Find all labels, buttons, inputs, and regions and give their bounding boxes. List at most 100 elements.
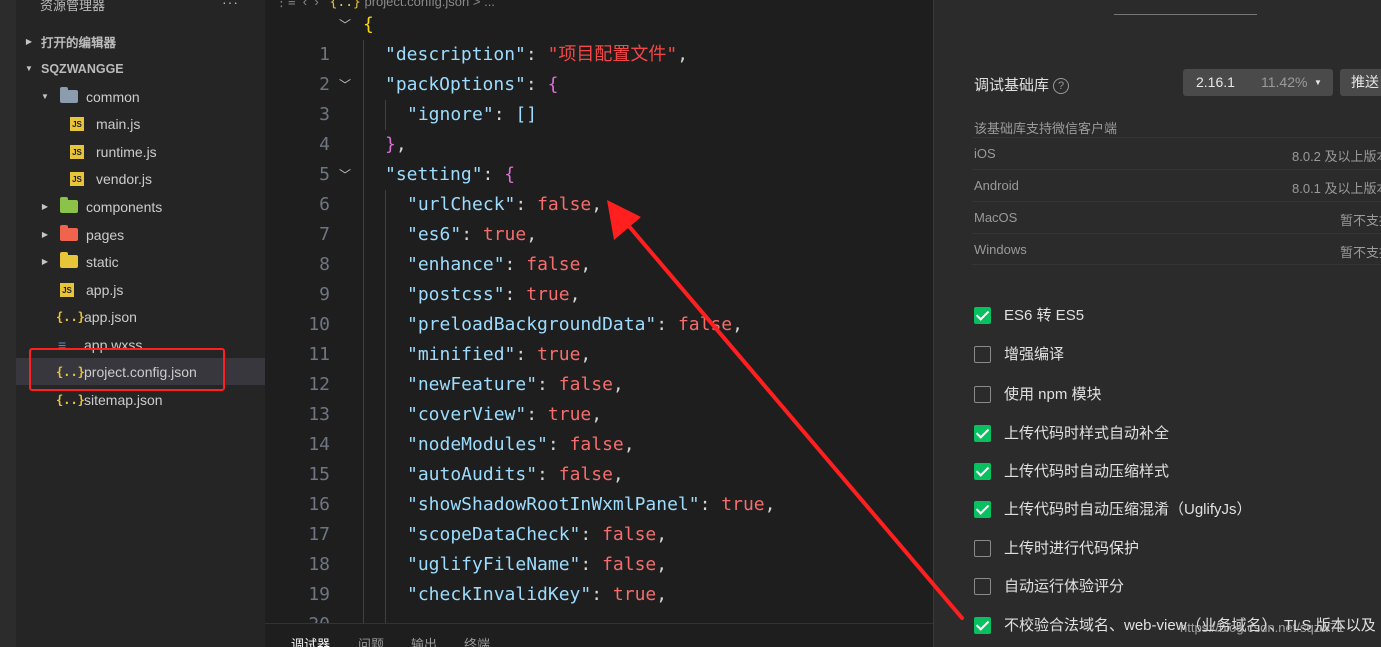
- checkbox-unchecked[interactable]: [974, 578, 991, 595]
- tree-item-label: common: [86, 88, 140, 105]
- lib-version-select[interactable]: 2.16.1 11.42% ▼: [1183, 69, 1333, 96]
- code-line[interactable]: 16 "autoAudits": false,: [265, 460, 933, 515]
- colon: :: [482, 164, 505, 185]
- watermark: https://blog.csdn.net/sqzw71: [1180, 620, 1345, 635]
- code-line[interactable]: 7 "urlCheck": false,: [265, 190, 933, 245]
- tree-folder-components[interactable]: ▶ components: [16, 193, 265, 220]
- tree-file-app-js[interactable]: JS app.js: [16, 276, 265, 303]
- project-section[interactable]: ▼ SQZWANGGE: [16, 55, 265, 82]
- breadcrumb-path: project.config.json > ...: [364, 0, 495, 9]
- checkbox-checked[interactable]: [974, 617, 991, 634]
- code-line[interactable]: 14 "coverView": true,: [265, 400, 933, 455]
- tree-file-vendor-js[interactable]: JS vendor.js: [16, 165, 265, 192]
- json-key: "enhance": [407, 254, 505, 275]
- json-value: false: [558, 464, 613, 485]
- comma: ,: [623, 434, 635, 455]
- tab-debugger[interactable]: 调试器: [291, 634, 330, 647]
- checkbox-checked[interactable]: [974, 307, 991, 324]
- code-line[interactable]: 20 "checkInvalidKey": true,: [265, 580, 933, 623]
- bottom-panel-tabs: 调试器 问题 输出 终端: [265, 623, 933, 647]
- colon: :: [493, 104, 516, 125]
- colon: :: [699, 494, 722, 515]
- code-line[interactable]: 17 "showShadowRootInWxmlPanel": true,: [265, 490, 933, 545]
- js-file-icon: JS: [70, 144, 84, 159]
- js-file-icon: JS: [70, 116, 84, 131]
- tree-file-main-js[interactable]: JS main.js: [16, 110, 265, 137]
- tree-folder-common[interactable]: ▼ common: [16, 83, 265, 110]
- code-line[interactable]: 1 ﹀ {: [265, 10, 933, 65]
- breadcrumb[interactable]: ⋮≡ ‹ › {..} project.config.json > ...: [275, 0, 495, 10]
- colon: :: [591, 584, 613, 605]
- tab-output[interactable]: 输出: [411, 634, 437, 647]
- code-line[interactable]: 15 "nodeModules": false,: [265, 430, 933, 485]
- js-file-icon: JS: [60, 282, 74, 297]
- option-label: 上传时进行代码保护: [1004, 540, 1140, 557]
- json-value: false: [602, 554, 657, 575]
- tree-folder-pages[interactable]: ▶ pages: [16, 221, 265, 248]
- fold-chevron-icon[interactable]: ﹀: [339, 70, 351, 100]
- help-icon[interactable]: ?: [1053, 78, 1070, 94]
- checkbox-checked[interactable]: [974, 425, 991, 442]
- code-editor[interactable]: ⋮≡ ‹ › {..} project.config.json > ... 1 …: [265, 0, 933, 623]
- checkbox-unchecked[interactable]: [974, 540, 991, 557]
- support-row: Windows 暂不支持: [972, 233, 1381, 265]
- checkbox-checked[interactable]: [974, 501, 991, 518]
- code-line[interactable]: 11 "preloadBackgroundData": false,: [265, 310, 933, 365]
- colon: :: [461, 224, 483, 245]
- option-label: 上传代码时自动压缩混淆（UglifyJs）: [1004, 501, 1252, 518]
- tab-problems[interactable]: 问题: [358, 634, 384, 647]
- push-button[interactable]: 推送: [1340, 69, 1381, 96]
- comma: ,: [732, 314, 743, 335]
- open-editors-section[interactable]: ▶ 打开的编辑器: [16, 28, 265, 55]
- support-os: MacOS: [974, 210, 1018, 225]
- tree-folder-static[interactable]: ▶ static: [16, 248, 265, 275]
- tree-file-app-json[interactable]: {..} app.json: [16, 303, 265, 330]
- comma: ,: [591, 404, 603, 425]
- checkbox-checked[interactable]: [974, 463, 991, 480]
- json-key: "description": [385, 44, 526, 65]
- tree-file-runtime-js[interactable]: JS runtime.js: [16, 138, 265, 165]
- support-row: Android 8.0.1 及以上版本: [972, 169, 1381, 201]
- code-line[interactable]: 13 "newFeature": false,: [265, 370, 933, 425]
- json-file-icon: {..}: [329, 0, 361, 10]
- support-version: 暂不支持: [1340, 245, 1381, 260]
- code-line[interactable]: 18 "scopeDataCheck": false,: [265, 520, 933, 575]
- code-line[interactable]: 12 "minified": true,: [265, 340, 933, 395]
- json-value: false: [677, 314, 733, 335]
- option-label: 上传代码时样式自动补全: [1004, 425, 1170, 442]
- json-key: "es6": [407, 224, 462, 245]
- support-os: iOS: [974, 146, 996, 161]
- comma: ,: [580, 254, 592, 275]
- json-value: false: [602, 524, 657, 545]
- comma: ,: [569, 284, 581, 305]
- json-key: "postcss": [407, 284, 505, 305]
- code-line[interactable]: 2 "description": "项目配置文件",: [265, 40, 933, 95]
- fold-chevron-icon[interactable]: ﹀: [339, 10, 351, 40]
- colon: :: [580, 524, 603, 545]
- checkbox-unchecked[interactable]: [974, 386, 991, 403]
- code-line[interactable]: 10 "postcss": true,: [265, 280, 933, 335]
- code-line[interactable]: 3 ﹀ "packOptions": {: [265, 70, 933, 125]
- chevron-right-icon: ▶: [41, 202, 49, 211]
- more-actions-icon[interactable]: ···: [222, 0, 239, 10]
- tab-terminal[interactable]: 终端: [464, 634, 490, 647]
- support-title: 该基础库支持微信客户端: [974, 121, 1118, 136]
- code-line[interactable]: 4 "ignore": []: [265, 100, 933, 155]
- tree-item-label: static: [86, 253, 119, 270]
- checkbox-unchecked[interactable]: [974, 346, 991, 363]
- lib-version-usage: 11.42%: [1261, 74, 1308, 90]
- code-line[interactable]: 19 "uglifyFileName": false,: [265, 550, 933, 605]
- code-line[interactable]: 9 "enhance": false,: [265, 250, 933, 305]
- tree-item-label: components: [86, 198, 163, 215]
- json-key: "scopeDataCheck": [407, 524, 581, 545]
- colon: :: [515, 194, 538, 215]
- tree-item-label: app.json: [84, 308, 137, 325]
- fold-chevron-icon[interactable]: ﹀: [339, 160, 351, 190]
- tree-item-label: runtime.js: [96, 143, 157, 160]
- open-brace: {: [547, 74, 559, 95]
- code-line[interactable]: 6 ﹀ "setting": {: [265, 160, 933, 215]
- breadcrumb-nav-icon: ⋮≡ ‹ ›: [275, 0, 326, 9]
- code-line[interactable]: 5 },: [265, 130, 933, 185]
- json-value: false: [558, 374, 613, 395]
- code-line[interactable]: 8 "es6": true,: [265, 220, 933, 275]
